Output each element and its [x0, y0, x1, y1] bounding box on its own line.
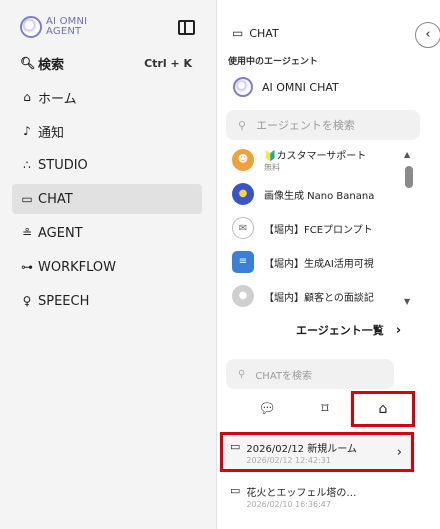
sidebar-item-label: WORKFLOW: [38, 259, 116, 275]
mic-icon: ♀: [22, 294, 32, 308]
sidebar-item-label: 検索: [38, 57, 65, 73]
agent-badge: 無料: [264, 163, 280, 172]
current-agent-name: AI OMNI CHAT: [262, 80, 339, 94]
list-item[interactable]: ☻ 🔰カスタマーサポート 無料: [226, 143, 406, 177]
sidebar-item-search[interactable]: 🔍︎ 検索 Ctrl + K: [12, 48, 202, 78]
chevron-right-icon: ›: [395, 322, 402, 338]
search-shortcut: Ctrl + K: [144, 56, 192, 70]
sidebar-item-label: 通知: [38, 125, 65, 141]
document-icon: ≡: [232, 251, 254, 273]
chat-panel: ‹ ▭ CHAT 使用中のエージェント AI OMNI CHAT ⚲ エージェン…: [218, 0, 440, 529]
sidebar-item-studio[interactable]: ∴ STUDIO: [12, 150, 202, 180]
chat-room-icon: ▭: [230, 440, 241, 453]
chat-tabs: 💬︎ ⌑ ⌂: [238, 391, 418, 427]
section-label-active-agent: 使用中のエージェント: [228, 57, 318, 67]
home-icon: ⌂: [23, 90, 31, 104]
sidebar-toggle-icon[interactable]: [178, 20, 195, 35]
list-item[interactable]: ≡ 【堀内】生成AI活用可視: [226, 245, 406, 279]
logo-line2: AGENT: [46, 26, 82, 37]
agent-list-scrollbar[interactable]: ▲ ▼: [404, 150, 414, 306]
scroll-up-icon[interactable]: ▲: [404, 150, 410, 159]
sidebar-item-speech[interactable]: ♀ SPEECH: [12, 286, 202, 316]
sidebar-item-notifications[interactable]: ♪ 通知: [12, 116, 202, 146]
chat-date: 2026/02/10 16:36:47: [246, 499, 331, 509]
sidebar-item-home[interactable]: ⌂ ホーム: [12, 82, 202, 112]
chat-bubble-icon[interactable]: 💬︎: [238, 394, 296, 424]
chat-title: 2026/02/12 新規ルーム: [246, 443, 357, 455]
panel-title: CHAT: [249, 26, 279, 40]
agent-name: 【堀内】生成AI活用可視: [264, 258, 374, 270]
chat-icon: ▭: [21, 192, 33, 206]
agent-search-input[interactable]: ⚲ エージェントを検索: [226, 110, 420, 140]
agent-name: 【堀内】FCEプロンプト: [264, 224, 373, 236]
chevron-right-icon: ›: [396, 444, 402, 460]
avatar: ☻: [232, 149, 254, 171]
scroll-down-icon[interactable]: ▼: [404, 297, 410, 306]
sidebar-nav: 🔍︎ 検索 Ctrl + K ⌂ ホーム ♪ 通知 ∴ STUDIO ▭ CHA…: [12, 48, 202, 320]
search-icon: 🔍︎: [20, 56, 36, 70]
workflow-icon: ⊶: [21, 260, 33, 274]
sidebar-item-chat[interactable]: ▭ CHAT: [12, 184, 202, 214]
agent-name: 画像生成 Nano Banana: [264, 190, 375, 202]
inbox-icon[interactable]: ⌂: [351, 391, 415, 427]
avatar: ●: [232, 285, 254, 307]
sidebar: AI OMNI AGENT 🔍︎ 検索 Ctrl + K ⌂ ホーム ♪ 通知 …: [0, 0, 217, 529]
agent-orb-icon: [233, 77, 253, 97]
sidebar-item-label: ホーム: [38, 91, 77, 107]
chat-title: 花火とエッフェル塔の…: [246, 487, 357, 499]
sidebar-item-workflow[interactable]: ⊶ WORKFLOW: [12, 252, 202, 282]
logo-icon: [20, 16, 42, 38]
chat-list: ▭ 2026/02/12 新規ルーム 2026/02/12 12:42:31 ›…: [220, 432, 414, 522]
sidebar-item-label: CHAT: [38, 191, 73, 207]
panel-header: ▭ CHAT: [232, 26, 279, 40]
collapse-panel-button[interactable]: ‹: [415, 22, 440, 48]
chat-search-input[interactable]: ⚲ CHATを検索: [226, 359, 394, 389]
sidebar-item-label: AGENT: [38, 225, 83, 241]
list-item[interactable]: ✉ 【堀内】FCEプロンプト: [226, 211, 406, 245]
sidebar-item-agent[interactable]: ≗ AGENT: [12, 218, 202, 248]
agent-name: 【堀内】顧客との面談記: [264, 292, 374, 304]
bookmark-icon[interactable]: ⌑: [296, 394, 354, 424]
agent-list-link-label: エージェント一覧: [296, 324, 384, 337]
agent-name: 🔰カスタマーサポート: [264, 151, 367, 162]
mail-icon: ✉: [232, 217, 254, 239]
list-item[interactable]: ▭ 2026/02/12 新規ルーム 2026/02/12 12:42:31 ›: [220, 432, 414, 472]
agent-list-link[interactable]: エージェント一覧 ›: [296, 322, 401, 338]
current-agent[interactable]: AI OMNI CHAT: [233, 77, 339, 97]
chat-icon: ▭: [232, 26, 244, 40]
chat-room-icon: ▭: [230, 484, 241, 497]
search-icon: ⚲: [238, 368, 246, 380]
scroll-thumb[interactable]: [405, 166, 413, 188]
chat-search-placeholder: CHATを検索: [255, 370, 313, 382]
sidebar-item-label: SPEECH: [38, 293, 90, 309]
agent-icon: ≗: [21, 226, 33, 240]
studio-icon: ∴: [23, 158, 31, 172]
bell-icon: ♪: [23, 124, 31, 138]
list-item[interactable]: ▭ 花火とエッフェル塔の… 2026/02/10 16:36:47: [222, 478, 412, 514]
agent-search-placeholder: エージェントを検索: [256, 119, 355, 132]
list-item[interactable]: ● 【堀内】顧客との面談記: [226, 279, 406, 311]
list-item[interactable]: ● 画像生成 Nano Banana: [226, 177, 406, 211]
agent-list: ☻ 🔰カスタマーサポート 無料 ● 画像生成 Nano Banana ✉ 【堀内…: [226, 143, 406, 311]
sidebar-item-label: STUDIO: [38, 157, 88, 173]
chat-date: 2026/02/12 12:42:31: [246, 455, 331, 465]
avatar: ●: [232, 183, 254, 205]
app-logo[interactable]: AI OMNI AGENT: [20, 16, 87, 38]
search-icon: ⚲: [238, 118, 247, 132]
